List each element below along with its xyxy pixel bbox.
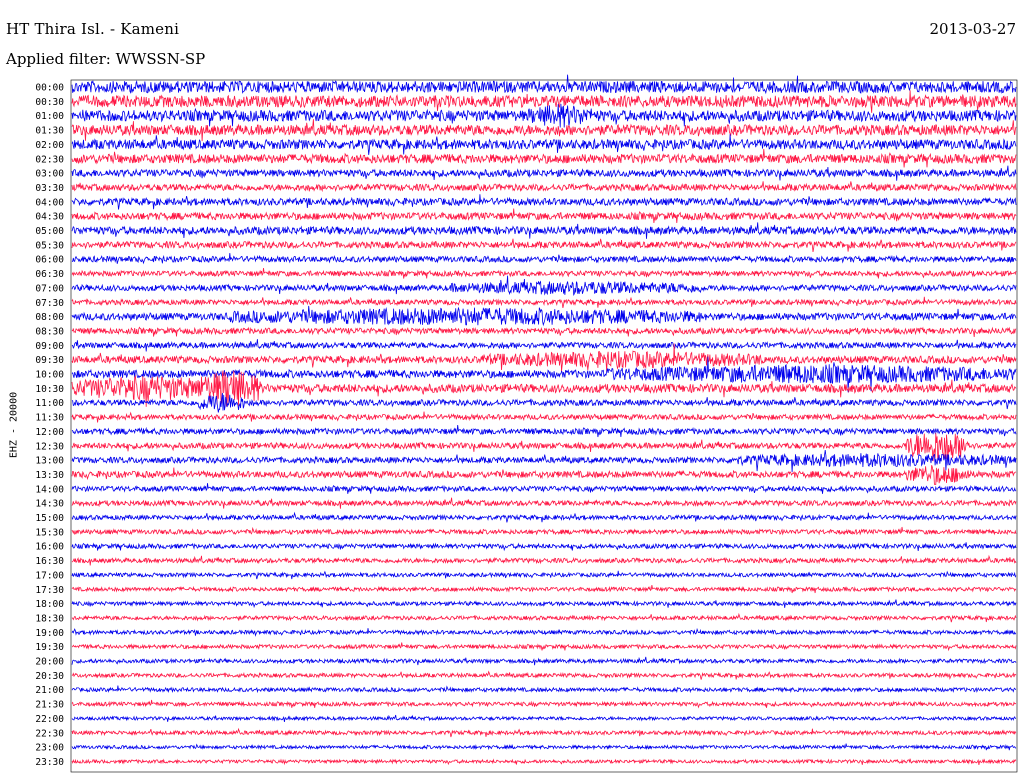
time-tick-label: 04:30	[35, 212, 64, 223]
seismic-trace-1200	[71, 425, 1017, 438]
time-tick-label: 08:30	[35, 326, 64, 337]
helicorder-plot: 00:00 00:30 01:00 01:30 02:00 02:30 03:00 03:30…	[35, 74, 1018, 773]
seismic-trace-1400	[71, 483, 1017, 494]
time-tick-label: 12:30	[35, 441, 64, 452]
time-tick-label: 09:30	[35, 355, 64, 366]
time-tick-label: 18:30	[35, 613, 64, 624]
time-tick-label: 10:00	[35, 370, 64, 381]
seismic-trace-1130	[71, 411, 1017, 423]
seismic-trace-2200	[71, 714, 1017, 722]
time-tick-label: 22:00	[35, 714, 64, 725]
seismic-trace-0730	[71, 296, 1017, 308]
seismic-trace-0300	[71, 165, 1017, 181]
time-tick-label: 23:30	[35, 757, 64, 768]
time-tick-label: 15:30	[35, 527, 64, 538]
time-tick-label: 05:30	[35, 240, 64, 251]
seismic-trace-1900	[71, 627, 1017, 637]
time-tick-label: 02:00	[35, 140, 64, 151]
time-tick-label: 03:30	[35, 183, 64, 194]
time-tick-label: 12:00	[35, 427, 64, 438]
time-tick-label: 01:30	[35, 126, 64, 137]
time-tick-label: 23:00	[35, 743, 64, 754]
seismic-trace-1530	[71, 526, 1017, 536]
seismic-trace-1800	[71, 599, 1017, 609]
time-tick-label: 06:00	[35, 255, 64, 266]
seismic-trace-0330	[71, 181, 1017, 193]
time-tick-label: 18:00	[35, 599, 64, 610]
time-tick-label: 11:00	[35, 398, 64, 409]
time-tick-label: 13:30	[35, 470, 64, 481]
time-tick-label: 17:00	[35, 570, 64, 581]
time-tick-label: 11:30	[35, 413, 64, 424]
time-tick-label: 22:30	[35, 728, 64, 739]
seismic-trace-2000	[71, 656, 1017, 666]
seismic-trace-0500	[71, 222, 1017, 239]
seismic-trace-1600	[71, 542, 1017, 552]
seismic-trace-2230	[71, 727, 1017, 738]
time-tick-label: 20:00	[35, 657, 64, 668]
seismic-trace-1830	[71, 612, 1017, 623]
time-tick-label: 05:00	[35, 226, 64, 237]
seismic-trace-1730	[71, 585, 1017, 594]
time-tick-label: 03:00	[35, 169, 64, 180]
time-tick-label: 00:30	[35, 97, 64, 108]
seismic-trace-0800	[71, 305, 1017, 327]
seismic-trace-0630	[71, 267, 1017, 279]
time-tick-label: 19:00	[35, 628, 64, 639]
plot-frame	[70, 79, 1018, 773]
time-tick-label: 16:00	[35, 542, 64, 553]
seismic-trace-0530	[71, 238, 1017, 252]
time-tick-label: 04:00	[35, 197, 64, 208]
seismic-trace-2330	[71, 758, 1017, 766]
seismic-trace-0030	[71, 90, 1017, 113]
seismic-trace-2100	[71, 685, 1016, 694]
seismic-trace-0100	[71, 103, 1017, 128]
seismic-trace-1430	[71, 497, 1017, 509]
time-tick-label: 14:30	[35, 499, 64, 510]
time-tick-label: 06:30	[35, 269, 64, 280]
seismic-trace-1930	[71, 642, 1017, 652]
time-tick-label: 21:30	[35, 700, 64, 711]
seismic-trace-2130	[71, 699, 1017, 709]
time-tick-label: 19:30	[35, 642, 64, 653]
seismic-trace-1330	[71, 465, 1017, 486]
seismic-trace-0000	[71, 74, 1017, 95]
time-tick-label: 16:30	[35, 556, 64, 567]
seismic-trace-1300	[71, 449, 1017, 473]
time-tick-label: 13:00	[35, 456, 64, 467]
seismic-trace-2300	[71, 743, 1017, 751]
time-tick-label: 17:30	[35, 585, 64, 596]
seismic-trace-0900	[71, 339, 1017, 352]
seismic-trace-0430	[71, 208, 1017, 224]
time-tick-label: 14:00	[35, 484, 64, 495]
time-tick-label: 09:00	[35, 341, 64, 352]
seismic-trace-0400	[71, 194, 1017, 210]
seismic-trace-0230	[71, 148, 1017, 168]
time-tick-label: 10:30	[35, 384, 64, 395]
seismic-trace-0600	[71, 253, 1017, 265]
time-tick-label: 15:00	[35, 513, 64, 524]
time-tick-label: 00:00	[35, 83, 64, 94]
seismic-trace-1500	[71, 511, 1017, 523]
time-tick-label: 21:00	[35, 685, 64, 696]
time-tick-label: 20:30	[35, 671, 64, 682]
seismic-trace-0700	[71, 275, 1017, 297]
time-tick-label: 07:30	[35, 298, 64, 309]
seismic-trace-0830	[71, 326, 1017, 338]
time-tick-label: 08:00	[35, 312, 64, 323]
time-tick-label: 01:00	[35, 111, 64, 122]
seismic-trace-0200	[71, 134, 1017, 155]
seismic-trace-1630	[71, 554, 1017, 566]
seismic-trace-2030	[71, 670, 1017, 680]
time-tick-label: 07:00	[35, 283, 64, 294]
seismic-trace-1700	[71, 570, 1017, 580]
time-tick-label: 02:30	[35, 154, 64, 165]
seismic-trace-0130	[71, 119, 1017, 142]
